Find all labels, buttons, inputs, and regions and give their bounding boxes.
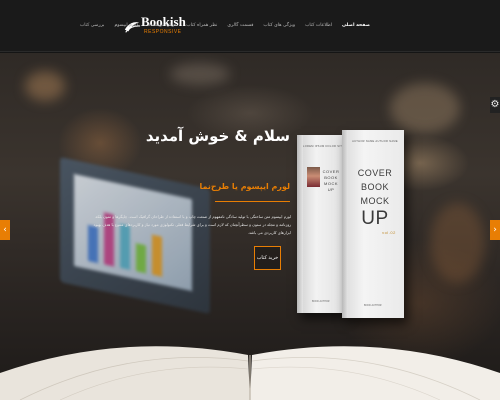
- author-photo: [307, 167, 320, 187]
- book-spine: [297, 135, 303, 313]
- gear-icon: ⚙: [490, 99, 500, 110]
- site-header: Bookish RESPONSIVE صفحه اصلی اطلاعات کتا…: [0, 0, 500, 52]
- bokeh-light: [170, 63, 230, 85]
- slider-next-button[interactable]: ›: [490, 220, 500, 240]
- screen-bar: [136, 243, 146, 274]
- buy-book-button[interactable]: خرید کتاب: [254, 246, 281, 270]
- nav-item-home[interactable]: صفحه اصلی: [337, 0, 375, 52]
- book-header-text: AUTHOR NAME AUTHOR NAME: [352, 140, 398, 143]
- book-spine: [342, 130, 348, 318]
- book-author: BOOK AUTHOR: [364, 304, 382, 307]
- hero-subtitle: لورم ایپسوم یا طرح‌نما: [199, 182, 290, 191]
- main-nav: صفحه اصلی اطلاعات کتاب ویژگی های کتاب قس…: [75, 0, 375, 52]
- bokeh-light: [430, 203, 485, 283]
- book-mockup-front: AUTHOR NAME AUTHOR NAME COVER BOOK MOCK …: [342, 130, 404, 318]
- slider-prev-button[interactable]: ‹: [0, 220, 10, 240]
- book-author: BOOK AUTHOR: [312, 300, 330, 303]
- book-title-line: MOCK: [324, 181, 338, 186]
- nav-item-review[interactable]: بررسی کتاب: [75, 0, 109, 52]
- book-title-line: BOOK: [324, 175, 338, 180]
- nav-item-about-author[interactable]: درباره نویسنده: [143, 0, 181, 52]
- book-title-line: BOOK: [360, 182, 389, 192]
- hero-description: لورم ایپسوم متن ساختگی با تولید سادگی نا…: [93, 214, 291, 235]
- subtitle-underline: [215, 201, 290, 202]
- chevron-left-icon: ‹: [3, 225, 7, 235]
- nav-item-book-features[interactable]: ویژگی های کتاب: [258, 0, 300, 52]
- hero-title: سلام & خوش آمدید: [145, 127, 290, 145]
- nav-item-book-info[interactable]: اطلاعات کتاب: [300, 0, 337, 52]
- settings-toggle[interactable]: ⚙: [490, 97, 500, 113]
- book-mockup-back: LOREM IPSUM DOLOR SIT AMET COVER BOOK MO…: [297, 135, 352, 313]
- book-title-line: COVER: [357, 168, 393, 178]
- nav-item-companion[interactable]: نظر همراه کتاب: [181, 0, 222, 52]
- book-title-line: COVER: [322, 169, 340, 174]
- bokeh-light: [25, 71, 65, 101]
- nav-item-gallery[interactable]: قسمت گالری: [222, 0, 258, 52]
- book-edition: vol.02: [382, 230, 396, 235]
- book-title-line: UP: [361, 208, 389, 229]
- open-book-illustration: [0, 346, 500, 400]
- bokeh-light: [390, 83, 460, 133]
- book-header-text: LOREM IPSUM DOLOR SIT AMET: [303, 145, 352, 148]
- book-title-line: UP: [327, 187, 335, 192]
- book-title-line: MOCK: [360, 196, 390, 206]
- screen-bar: [152, 234, 162, 277]
- nav-item-lorem[interactable]: لورم ایپسوم: [109, 0, 143, 52]
- chevron-right-icon: ›: [493, 225, 497, 235]
